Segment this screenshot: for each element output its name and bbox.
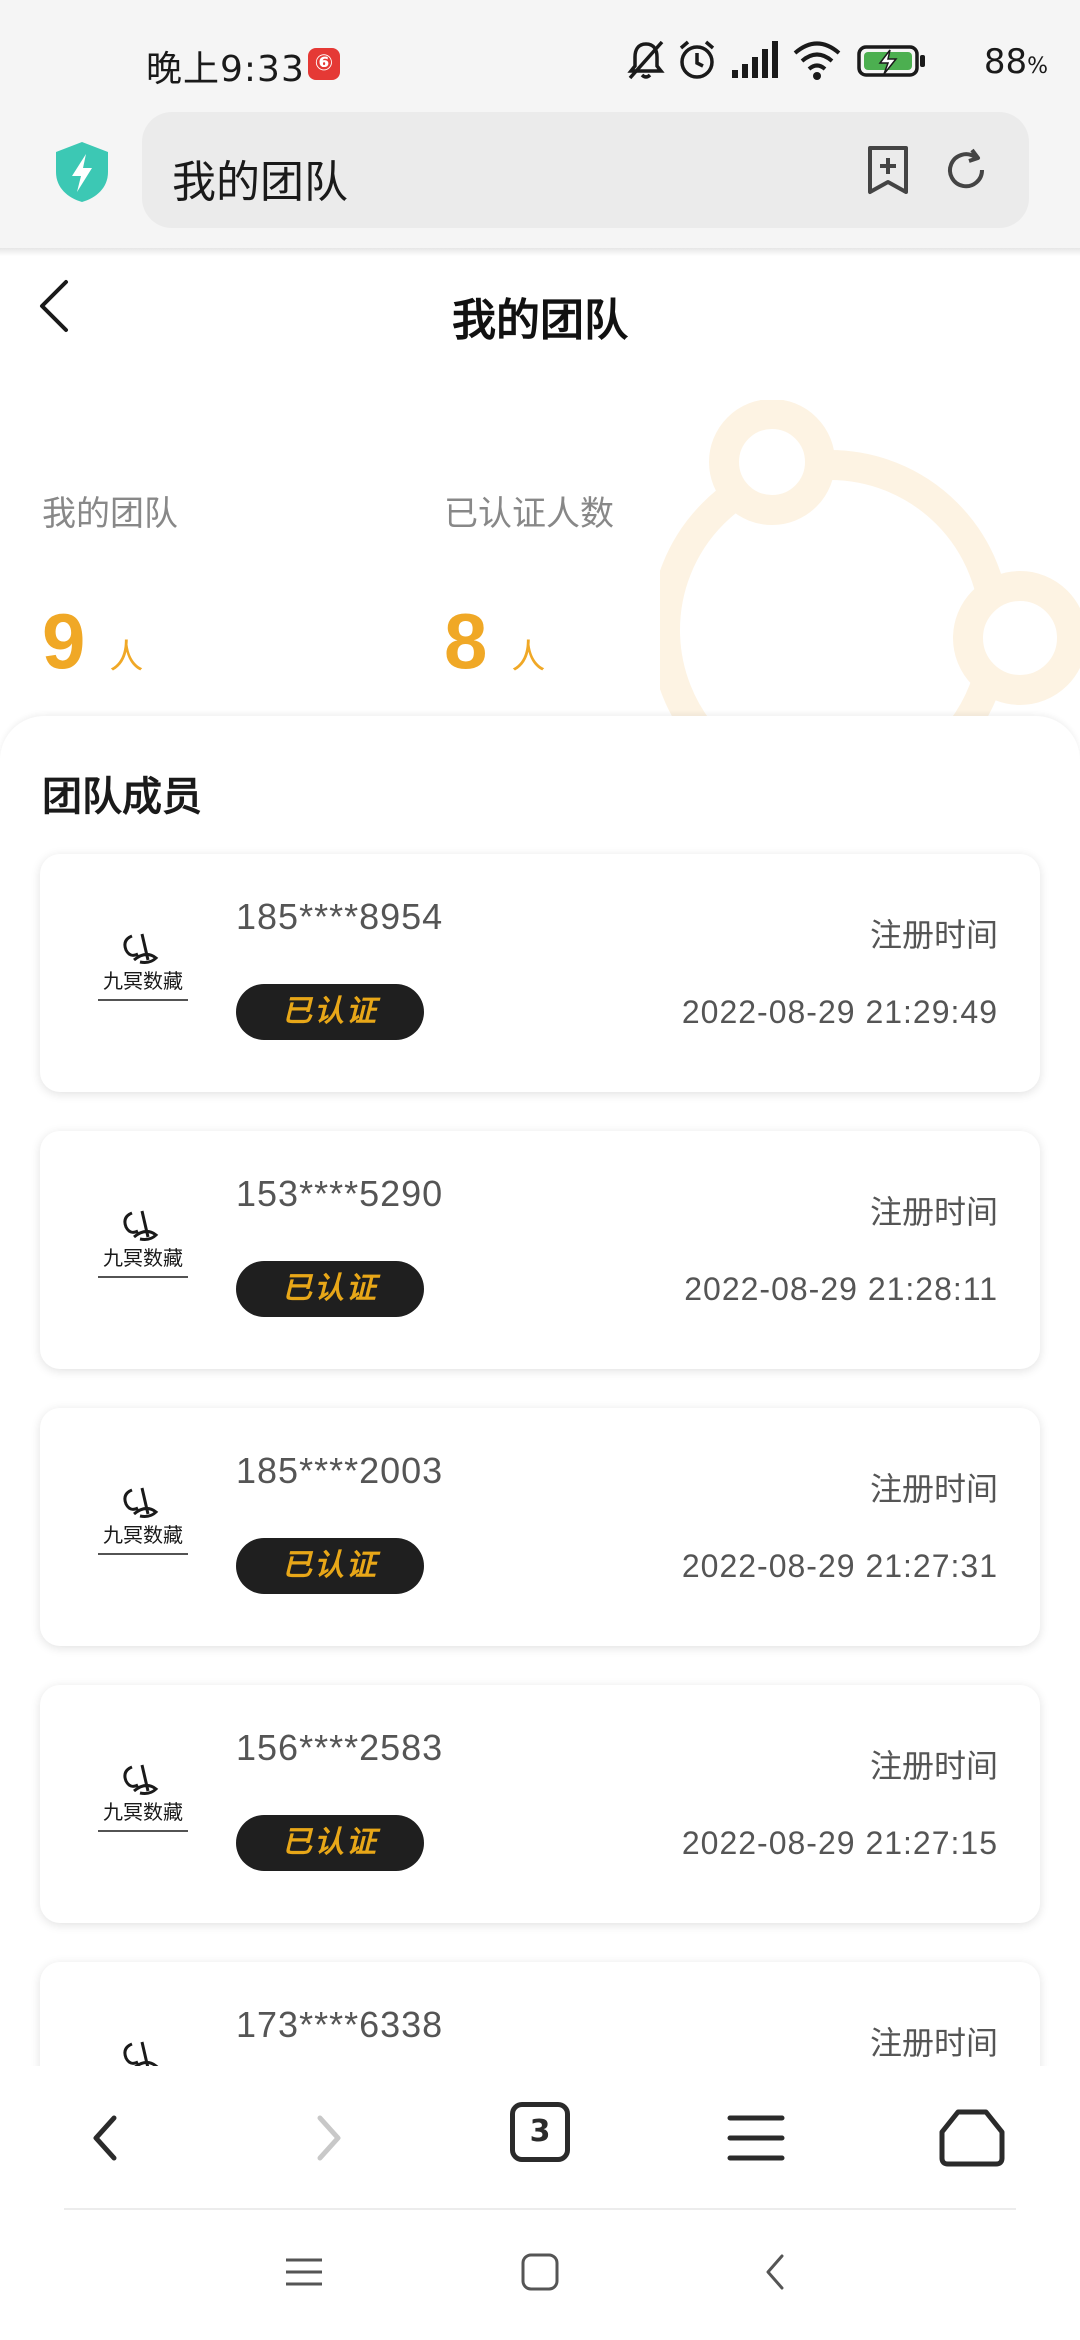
address-bar[interactable]: 我的团队 [142,112,1029,228]
register-time-label: 注册时间 [869,1470,998,1508]
register-time-value: 2022-08-29 21:27:31 [681,1548,998,1584]
system-nav-bar [0,2210,1080,2340]
refresh-icon[interactable] [942,146,990,194]
verified-badge: 已认证 [236,1261,424,1317]
member-card[interactable]: 九冥数藏 173****6338 已认证 注册时间 [40,1962,1040,2066]
register-time-value: 2022-08-29 21:28:11 [684,1271,998,1307]
verified-count-value: 8 [444,597,488,685]
register-time-label: 注册时间 [869,2024,998,2062]
verified-count-label: 已认证人数 [444,494,614,534]
jiuming-logo-icon: 九冥数藏 [98,933,188,1001]
jiuming-logo-icon: 九冥数藏 [98,1210,188,1278]
team-count-value: 9 [42,597,86,685]
verified-badge: 已认证 [236,1538,424,1594]
home-icon[interactable] [936,2102,1008,2174]
member-phone: 153****5290 [236,1173,444,1214]
team-count-label: 我的团队 [42,494,178,534]
netease-music-icon: ⑥ [308,48,340,80]
verified-count-unit: 人 [511,637,546,677]
add-bookmark-icon[interactable] [864,144,912,196]
browser-bar: 我的团队 [0,104,1080,248]
battery-icon [857,45,925,77]
member-phone: 173****6338 [236,2004,444,2045]
register-time-value: 2022-08-29 21:29:49 [681,994,998,1030]
members-panel: 团队成员 九冥数藏 185****8954 已认证 注册时间 2022-08-2… [0,716,1080,2066]
register-time-label: 注册时间 [869,916,998,954]
recent-apps-icon[interactable] [284,2252,324,2292]
verified-count-stat: 已认证人数 8人 [444,486,614,685]
member-card[interactable]: 九冥数藏 156****2583 已认证 注册时间 2022-08-29 21:… [40,1685,1040,1923]
team-count-stat: 我的团队 9人 [42,486,178,685]
forward-nav-icon[interactable] [290,2102,362,2174]
background-decoration [660,400,1080,720]
divider [0,248,1080,256]
signal-icon [732,41,778,78]
register-time-value: 2022-08-29 21:27:15 [681,1825,998,1861]
verified-badge: 已认证 [236,984,424,1040]
system-home-icon[interactable] [520,2252,560,2292]
mute-bell-icon [627,40,665,80]
status-indicators: 88% [620,38,1080,88]
menu-icon[interactable] [720,2102,792,2174]
battery-level: 88% [983,42,1048,82]
wifi-icon [793,41,841,80]
alarm-icon [679,40,715,79]
system-back-icon[interactable] [756,2252,796,2292]
member-logo-text: 九冥数藏 [103,1523,183,1547]
member-card[interactable]: 九冥数藏 153****5290 已认证 注册时间 2022-08-29 21:… [40,1131,1040,1369]
member-card[interactable]: 九冥数藏 185****2003 已认证 注册时间 2022-08-29 21:… [40,1408,1040,1646]
jiuming-logo-icon: 九冥数藏 [98,1487,188,1555]
member-logo-text: 九冥数藏 [103,1246,183,1270]
page-title: 我的团队 [452,295,628,346]
section-title: 团队成员 [42,774,202,820]
team-count-unit: 人 [109,637,144,677]
register-time-label: 注册时间 [869,1193,998,1231]
back-nav-icon[interactable] [72,2102,144,2174]
verified-badge: 已认证 [236,1815,424,1871]
status-time: 晚上9:33 [146,49,305,90]
member-logo-text: 九冥数藏 [103,1800,183,1824]
member-card[interactable]: 九冥数藏 185****8954 已认证 注册时间 2022-08-29 21:… [40,854,1040,1092]
jiuming-logo-icon: 九冥数藏 [123,2041,159,2066]
member-phone: 185****8954 [236,896,444,937]
status-bar: 晚上9:33 ⑥ 88% [0,0,1080,104]
member-logo-text: 九冥数藏 [103,969,183,993]
jiuming-logo-icon: 九冥数藏 [98,1764,188,1832]
member-list: 九冥数藏 185****8954 已认证 注册时间 2022-08-29 21:… [40,854,1040,2066]
browser-toolbar: 3 [0,2066,1080,2210]
tabs-button[interactable]: 3 [510,2102,570,2162]
address-text[interactable]: 我的团队 [172,146,348,210]
member-phone: 185****2003 [236,1450,444,1491]
security-shield-icon[interactable] [52,140,112,204]
member-phone: 156****2583 [236,1727,444,1768]
register-time-label: 注册时间 [869,1747,998,1785]
